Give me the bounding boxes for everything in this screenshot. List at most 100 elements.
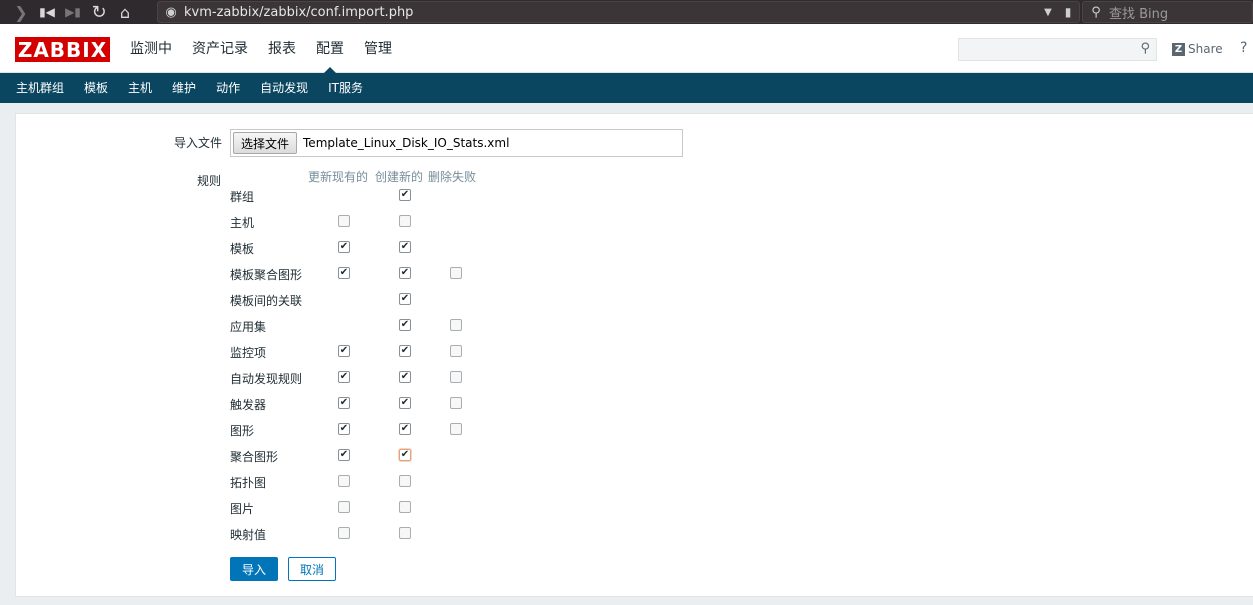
rule-label: 触发器 [230, 398, 267, 412]
sub-menu: 主机群组 模板 主机 维护 动作 自动发现 IT服务 [0, 73, 1253, 103]
rule-checkbox-create[interactable]: ✔ [399, 423, 411, 435]
rule-checkbox-update[interactable]: ✔ [338, 267, 350, 279]
rule-row: 聚合图形 ✔ ✔ [230, 446, 530, 466]
rule-checkbox-update[interactable]: ✔ [338, 449, 350, 461]
file-input[interactable]: 选择文件 Template_Linux_Disk_IO_Stats.xml [230, 129, 683, 157]
rule-checkbox-delete[interactable] [450, 267, 462, 279]
rule-row: 图形 ✔ ✔ [230, 420, 530, 440]
rule-label: 聚合图形 [230, 450, 279, 464]
rule-checkbox-create[interactable] [399, 501, 411, 513]
import-form-panel: 导入文件 选择文件 Template_Linux_Disk_IO_Stats.x… [15, 113, 1253, 597]
rule-label: 图形 [230, 424, 255, 438]
rule-label: 应用集 [230, 320, 267, 334]
rule-checkbox-create[interactable] [399, 215, 411, 227]
menu-administration[interactable]: 管理 [354, 24, 402, 73]
rule-label: 自动发现规则 [230, 372, 303, 386]
cancel-button[interactable]: 取消 [288, 557, 336, 581]
rule-checkbox-delete[interactable] [450, 345, 462, 357]
rule-row: 自动发现规则 ✔ ✔ [230, 368, 530, 388]
browser-search-input[interactable]: ⚲ 查找 Bing [1082, 1, 1253, 23]
home-icon[interactable]: ⌂ [112, 0, 138, 24]
rule-row: 群组 ✔ [230, 186, 530, 206]
submenu-maintenance[interactable]: 维护 [162, 73, 206, 103]
rule-checkbox-delete[interactable] [450, 397, 462, 409]
rule-checkbox-create[interactable] [399, 527, 411, 539]
last-page-icon[interactable]: ▶▮ [60, 0, 86, 24]
rule-checkbox-update[interactable] [338, 501, 350, 513]
rule-label: 主机 [230, 216, 255, 230]
rule-label: 图片 [230, 502, 255, 516]
rule-checkbox-update[interactable] [338, 215, 350, 227]
menu-configuration[interactable]: 配置 [306, 24, 354, 74]
search-icon[interactable]: ⚲ [1140, 41, 1150, 56]
rule-checkbox-create[interactable]: ✔ [399, 293, 411, 305]
rule-checkbox-create[interactable]: ✔ [399, 371, 411, 383]
column-update-existing: 更新现有的 [308, 170, 369, 184]
rule-checkbox-create[interactable]: ✔ [399, 345, 411, 357]
column-create-new: 创建新的 [375, 170, 424, 184]
share-link[interactable]: Z Share [1172, 42, 1223, 56]
share-label: Share [1188, 42, 1223, 56]
first-page-icon[interactable]: ▮◀ [34, 0, 60, 24]
rule-label: 拓扑图 [230, 476, 267, 490]
menu-inventory[interactable]: 资产记录 [182, 24, 258, 73]
column-delete-missing: 删除失败 [428, 170, 477, 184]
rule-checkbox-update[interactable]: ✔ [338, 423, 350, 435]
rule-checkbox-update[interactable] [338, 527, 350, 539]
app-header: ZABBIX 监测中 资产记录 报表 配置 管理 ⚲ Z Share ? [0, 24, 1253, 74]
bookmark-icon[interactable]: ▮ [1057, 5, 1079, 19]
rule-label: 群组 [230, 190, 255, 204]
rule-checkbox-update[interactable]: ✔ [338, 397, 350, 409]
file-name: Template_Linux_Disk_IO_Stats.xml [303, 136, 510, 150]
url-bar[interactable]: ◉ kvm-zabbix/zabbix/conf.import.php ▼ ▮ [157, 1, 1080, 23]
rule-checkbox-delete[interactable] [450, 319, 462, 331]
rule-label: 模板聚合图形 [230, 268, 303, 282]
forward-icon[interactable]: ❯ [8, 0, 34, 24]
rule-row: 触发器 ✔ ✔ [230, 394, 530, 414]
global-search-input[interactable]: ⚲ [958, 38, 1157, 61]
rule-checkbox-delete[interactable] [450, 423, 462, 435]
browser-search-placeholder: 查找 Bing [1109, 6, 1169, 22]
zabbix-logo[interactable]: ZABBIX [15, 37, 110, 62]
rule-label: 监控项 [230, 346, 267, 360]
zabbix-share-icon: Z [1172, 42, 1185, 56]
rule-row: 主机 [230, 212, 530, 232]
help-icon[interactable]: ? [1240, 40, 1247, 56]
rule-row: 映射值 [230, 524, 530, 544]
rule-checkbox-update[interactable]: ✔ [338, 345, 350, 357]
chevron-down-icon[interactable]: ▼ [1039, 7, 1057, 18]
reload-icon[interactable]: ↻ [86, 0, 112, 24]
rule-row: 应用集 ✔ [230, 316, 530, 336]
submenu-discovery[interactable]: 自动发现 [250, 73, 318, 103]
rule-checkbox-update[interactable]: ✔ [338, 241, 350, 253]
submenu-actions[interactable]: 动作 [206, 73, 250, 103]
rule-checkbox-create[interactable]: ✔ [399, 267, 411, 279]
import-file-label: 导入文件 [174, 136, 223, 150]
choose-file-button[interactable]: 选择文件 [233, 132, 298, 154]
rule-row: 拓扑图 [230, 472, 530, 492]
rule-row: 模板间的关联 ✔ [230, 290, 530, 310]
url-text[interactable]: kvm-zabbix/zabbix/conf.import.php [184, 5, 1039, 20]
rule-checkbox-create[interactable]: ✔ [399, 189, 411, 201]
import-button[interactable]: 导入 [230, 557, 278, 581]
rule-row: 监控项 ✔ ✔ [230, 342, 530, 362]
rule-checkbox-create[interactable]: ✔ [399, 241, 411, 253]
rule-checkbox-create[interactable]: ✔ [399, 397, 411, 409]
rule-checkbox-create[interactable] [399, 475, 411, 487]
menu-monitoring[interactable]: 监测中 [120, 24, 182, 73]
rule-checkbox-create[interactable]: ✔ [399, 319, 411, 331]
rule-checkbox-update[interactable]: ✔ [338, 371, 350, 383]
submenu-host-groups[interactable]: 主机群组 [6, 73, 74, 103]
submenu-templates[interactable]: 模板 [74, 73, 118, 103]
rule-label: 模板 [230, 242, 255, 256]
rule-checkbox-create[interactable]: ✔ [399, 449, 411, 461]
globe-icon: ◉ [165, 4, 177, 20]
submenu-it-services[interactable]: IT服务 [318, 73, 373, 103]
main-menu: 监测中 资产记录 报表 配置 管理 [120, 24, 402, 74]
rules-label: 规则 [197, 174, 222, 188]
submenu-hosts[interactable]: 主机 [118, 73, 162, 103]
rule-checkbox-update[interactable] [338, 475, 350, 487]
rule-label: 映射值 [230, 528, 267, 542]
rule-checkbox-delete[interactable] [450, 371, 462, 383]
menu-reports[interactable]: 报表 [258, 24, 306, 73]
